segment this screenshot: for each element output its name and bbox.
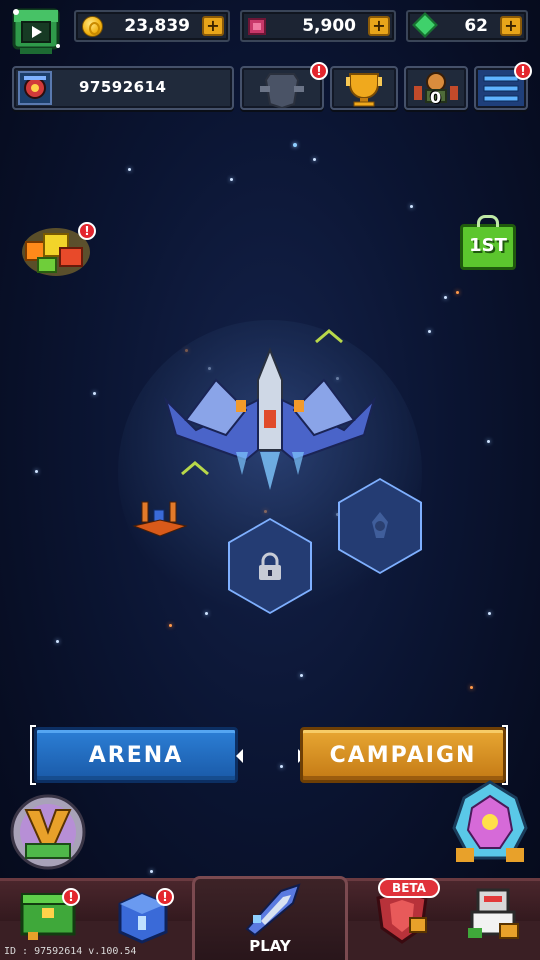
v-emblem-icon [10, 794, 86, 870]
add-gems-button[interactable]: + [500, 16, 522, 36]
campaign-button[interactable]: CAMPAIGN [300, 727, 506, 783]
upgrade-chevron-icon [315, 329, 343, 344]
tickets-bar[interactable]: 5,900 + [240, 10, 396, 42]
arena-button[interactable]: ARENA [34, 727, 238, 783]
battle-pass-button[interactable]: 0 [404, 66, 468, 110]
tv-chest-icon [12, 8, 60, 54]
drone-silhouette-icon [372, 512, 388, 538]
play-label: PLAY [249, 937, 291, 955]
campaign-bracket-right [502, 725, 508, 785]
hangar-alert-badge: ! [156, 888, 174, 906]
avatar [18, 71, 52, 105]
gift-alert-badge: ! [78, 222, 96, 240]
player-profile-panel[interactable]: 97592614 [12, 66, 234, 110]
first-purchase-button[interactable]: 1ST [456, 214, 520, 274]
menu-button[interactable]: ! [474, 62, 532, 110]
gem-icon [412, 12, 438, 38]
boss-event-button[interactable] [446, 778, 534, 870]
gift-offer-button[interactable]: ! [16, 220, 96, 280]
lock-icon [259, 552, 281, 580]
avatar-emblem-icon [24, 76, 46, 99]
rank-alert-badge: ! [310, 62, 328, 80]
coin-icon [82, 16, 103, 37]
trophy-button[interactable] [330, 66, 398, 110]
vip-event-button[interactable] [6, 792, 90, 872]
gems-bar[interactable]: 62 + [406, 10, 528, 42]
first-purchase-label: 1ST [469, 235, 507, 256]
nav-tab-play[interactable]: PLAY [192, 876, 348, 960]
tickets-value: 5,900 [302, 16, 356, 36]
trophy-icon [346, 73, 382, 107]
beta-badge: BETA [378, 878, 440, 898]
shop-alert-badge: ! [62, 888, 80, 906]
battle-pass-count: 0 [430, 88, 442, 107]
ticket-icon [248, 18, 266, 35]
coins-value: 23,839 [124, 16, 190, 36]
gems-value: 62 [464, 16, 488, 36]
player-id-label: 97592614 [79, 78, 167, 96]
nav-tab-robot[interactable] [460, 884, 536, 960]
robot-icon [468, 888, 519, 939]
mech-emblem-icon [452, 780, 528, 862]
add-tickets-button[interactable]: + [368, 16, 390, 36]
rank-button[interactable]: ! [240, 62, 328, 110]
shopping-bag-icon: 1ST [460, 215, 516, 270]
shop-chest-button[interactable] [8, 4, 64, 56]
wingman-drone[interactable] [130, 492, 190, 542]
play-ship-icon [245, 883, 301, 937]
menu-alert-badge: ! [514, 62, 532, 80]
coins-bar[interactable]: 23,839 + [74, 10, 230, 42]
version-label: ID : 97592614 v.100.54 [4, 946, 137, 957]
arena-arrow-icon [236, 749, 243, 763]
add-coins-button[interactable]: + [202, 16, 224, 36]
drone-icon [132, 501, 188, 537]
upgrade-chevron-icon [181, 461, 209, 476]
